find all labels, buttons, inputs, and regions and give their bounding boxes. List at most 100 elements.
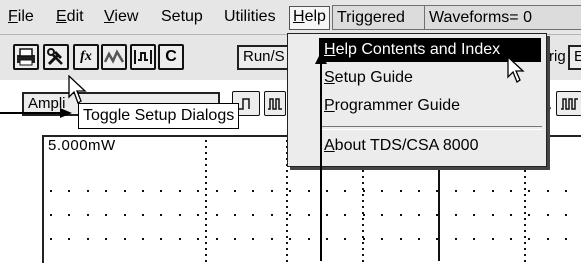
graticule-dot xyxy=(308,238,310,240)
menu-item-about[interactable]: About TDS/CSA 8000 xyxy=(324,136,478,156)
graticule-dot xyxy=(524,248,526,250)
graticule-dot xyxy=(205,194,207,196)
graticule-dot xyxy=(205,152,207,154)
graticule-dot xyxy=(50,238,52,240)
graticule-dot xyxy=(105,190,107,192)
graticule-dot xyxy=(205,176,207,178)
graticule-dot xyxy=(362,194,364,196)
graticule-dot xyxy=(362,200,364,202)
graticule-dot xyxy=(492,190,494,192)
graticule-dot xyxy=(524,176,526,178)
graticule-dot xyxy=(344,214,346,216)
graticule-dot xyxy=(286,230,288,232)
graticule-dot xyxy=(524,236,526,238)
graticule-dot xyxy=(271,214,273,216)
trigger-field[interactable]: E xyxy=(568,45,581,70)
graticule-dot xyxy=(362,188,364,190)
graticule-dot xyxy=(528,190,530,192)
c-button-label: C xyxy=(165,48,177,65)
edge-icon xyxy=(239,97,250,110)
pulse-train-icon xyxy=(268,97,282,110)
waveform-button[interactable] xyxy=(101,44,127,70)
graticule-dot xyxy=(286,236,288,238)
print-button[interactable] xyxy=(13,44,39,70)
menu-file[interactable]: File xyxy=(8,7,34,27)
graticule-dot xyxy=(381,238,383,240)
graticule-dot xyxy=(286,188,288,190)
menu-help[interactable]: Help xyxy=(289,6,330,30)
trigger-status: Triggered xyxy=(332,5,426,30)
graticule-dot xyxy=(124,190,126,192)
menu-item-help-contents[interactable]: Help Contents and Index xyxy=(324,40,500,60)
print-icon xyxy=(17,48,35,66)
graticule-dot xyxy=(362,254,364,256)
menu-item-setup-guide[interactable]: Setup Guide xyxy=(324,68,413,88)
graticule-dot xyxy=(289,238,291,240)
menu-item-programmer-guide[interactable]: Programmer Guide xyxy=(324,96,460,116)
run-stop-label: Run/S xyxy=(243,48,285,65)
graticule-dot xyxy=(363,238,365,240)
graticule-dot xyxy=(510,190,512,192)
graticule-dot xyxy=(205,182,207,184)
graticule-dot xyxy=(252,238,254,240)
graticule-dot xyxy=(286,224,288,226)
graticule-dot xyxy=(528,214,530,216)
run-stop-button[interactable]: Run/S xyxy=(237,45,289,70)
mouse-cursor-icon xyxy=(507,56,525,83)
graticule-dot xyxy=(400,190,402,192)
graticule-dot xyxy=(400,238,402,240)
menu-edit[interactable]: Edit xyxy=(56,7,84,27)
graticule-dot xyxy=(205,230,207,232)
menu-bar: File Edit View Setup Utilities Help Trig… xyxy=(0,0,581,35)
menu-utilities[interactable]: Utilities xyxy=(224,7,276,27)
graticule-dot xyxy=(362,212,364,214)
graticule-dot xyxy=(252,190,254,192)
graticule-dot xyxy=(524,242,526,244)
pulse-train-button[interactable] xyxy=(264,91,286,116)
graticule-dot xyxy=(286,200,288,202)
graticule-dot xyxy=(362,224,364,226)
graticule-dot xyxy=(87,190,89,192)
graticule-dot xyxy=(326,238,328,240)
c-button[interactable]: C xyxy=(158,44,184,70)
graticule-dot xyxy=(205,200,207,202)
graticule-dot xyxy=(179,190,181,192)
graticule-dot xyxy=(528,238,530,240)
pulse-train-button-right[interactable] xyxy=(556,91,581,116)
graticule-dot xyxy=(363,214,365,216)
graticule-dot xyxy=(524,224,526,226)
graticule-dot xyxy=(234,238,236,240)
graticule-dot xyxy=(547,190,549,192)
tooltip: Toggle Setup Dialogs xyxy=(78,103,240,129)
pulse-button[interactable] xyxy=(130,44,156,70)
graticule-dot xyxy=(105,214,107,216)
toggle-setup-dialogs-button[interactable] xyxy=(43,44,69,70)
graticule-dot xyxy=(363,190,365,192)
menu-setup[interactable]: Setup xyxy=(161,7,203,27)
pulse-train-icon-right xyxy=(560,97,578,110)
graticule-dot xyxy=(271,238,273,240)
graticule-dot xyxy=(308,190,310,192)
graticule-dot xyxy=(197,190,199,192)
callout-arrow-left-icon xyxy=(60,108,72,118)
graticule-dot xyxy=(105,238,107,240)
graticule-dot xyxy=(205,170,207,172)
graticule-dot xyxy=(524,170,526,172)
graticule-dot xyxy=(308,214,310,216)
graticule-center-line xyxy=(438,168,440,261)
graticule-dot xyxy=(362,218,364,220)
graticule-dot xyxy=(362,248,364,250)
trigger-value: E xyxy=(574,48,581,65)
graticule-dot xyxy=(68,214,70,216)
math-button[interactable]: fx xyxy=(73,44,99,70)
separator-dot: . xyxy=(548,96,553,113)
graticule-dot xyxy=(286,170,288,172)
waveform-count: Waveforms= 0 xyxy=(424,5,581,30)
graticule-dot xyxy=(524,254,526,256)
graticule-dot xyxy=(524,194,526,196)
graticule-dot xyxy=(286,242,288,244)
menu-view[interactable]: View xyxy=(104,7,138,27)
mouse-cursor-tooltip-icon xyxy=(68,75,87,104)
graticule-dot xyxy=(362,170,364,172)
graticule-dot xyxy=(205,218,207,220)
